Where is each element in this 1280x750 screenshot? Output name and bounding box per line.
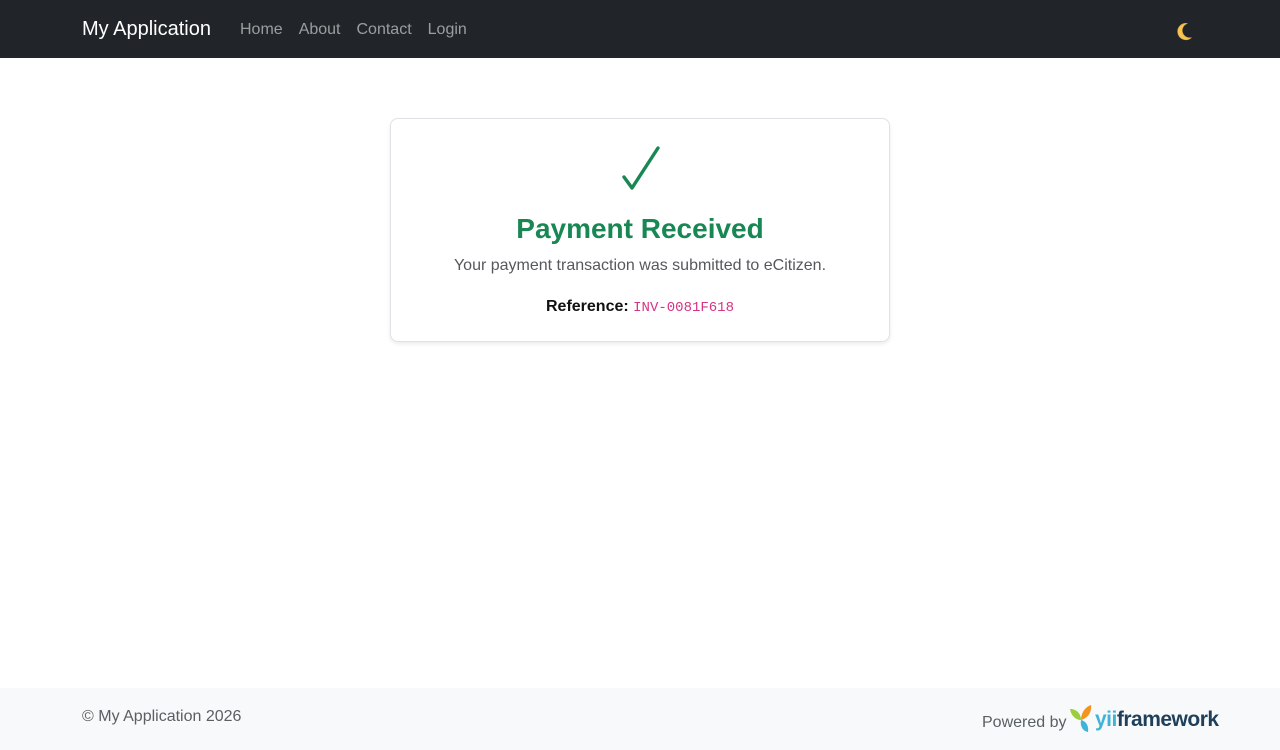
nav-link-contact[interactable]: Contact <box>349 19 420 41</box>
moon-icon <box>1177 23 1192 41</box>
reference-line: Reference: INV-0081F618 <box>391 296 889 319</box>
reference-code: INV-0081F618 <box>633 300 734 316</box>
navbar: My Application Home About Contact Login <box>0 0 1280 58</box>
yii-leaf-icon <box>1070 705 1092 732</box>
yii-logo-text-b: framework <box>1116 708 1219 731</box>
check-icon <box>391 141 889 197</box>
nav-link-login[interactable]: Login <box>420 19 475 41</box>
payment-status-card: Payment Received Your payment transactio… <box>390 118 890 342</box>
footer: © My Application 2026 Powered by yiifram… <box>0 688 1280 750</box>
status-title: Payment Received <box>516 213 764 244</box>
nav-link-home[interactable]: Home <box>232 19 291 41</box>
yii-logo-text: yiiframework <box>1095 707 1219 733</box>
nav-links: Home About Contact Login <box>232 19 475 41</box>
brand-link[interactable]: My Application <box>82 16 211 42</box>
nav-link-about[interactable]: About <box>291 19 349 41</box>
reference-label: Reference: <box>546 298 629 315</box>
powered-by-text: Powered by <box>982 714 1067 731</box>
status-message: Your payment transaction was submitted t… <box>453 257 827 274</box>
yii-logo-text-a: yii <box>1095 708 1117 731</box>
copyright-text: © My Application 2026 <box>82 708 242 725</box>
theme-toggle-button[interactable] <box>1172 19 1196 43</box>
